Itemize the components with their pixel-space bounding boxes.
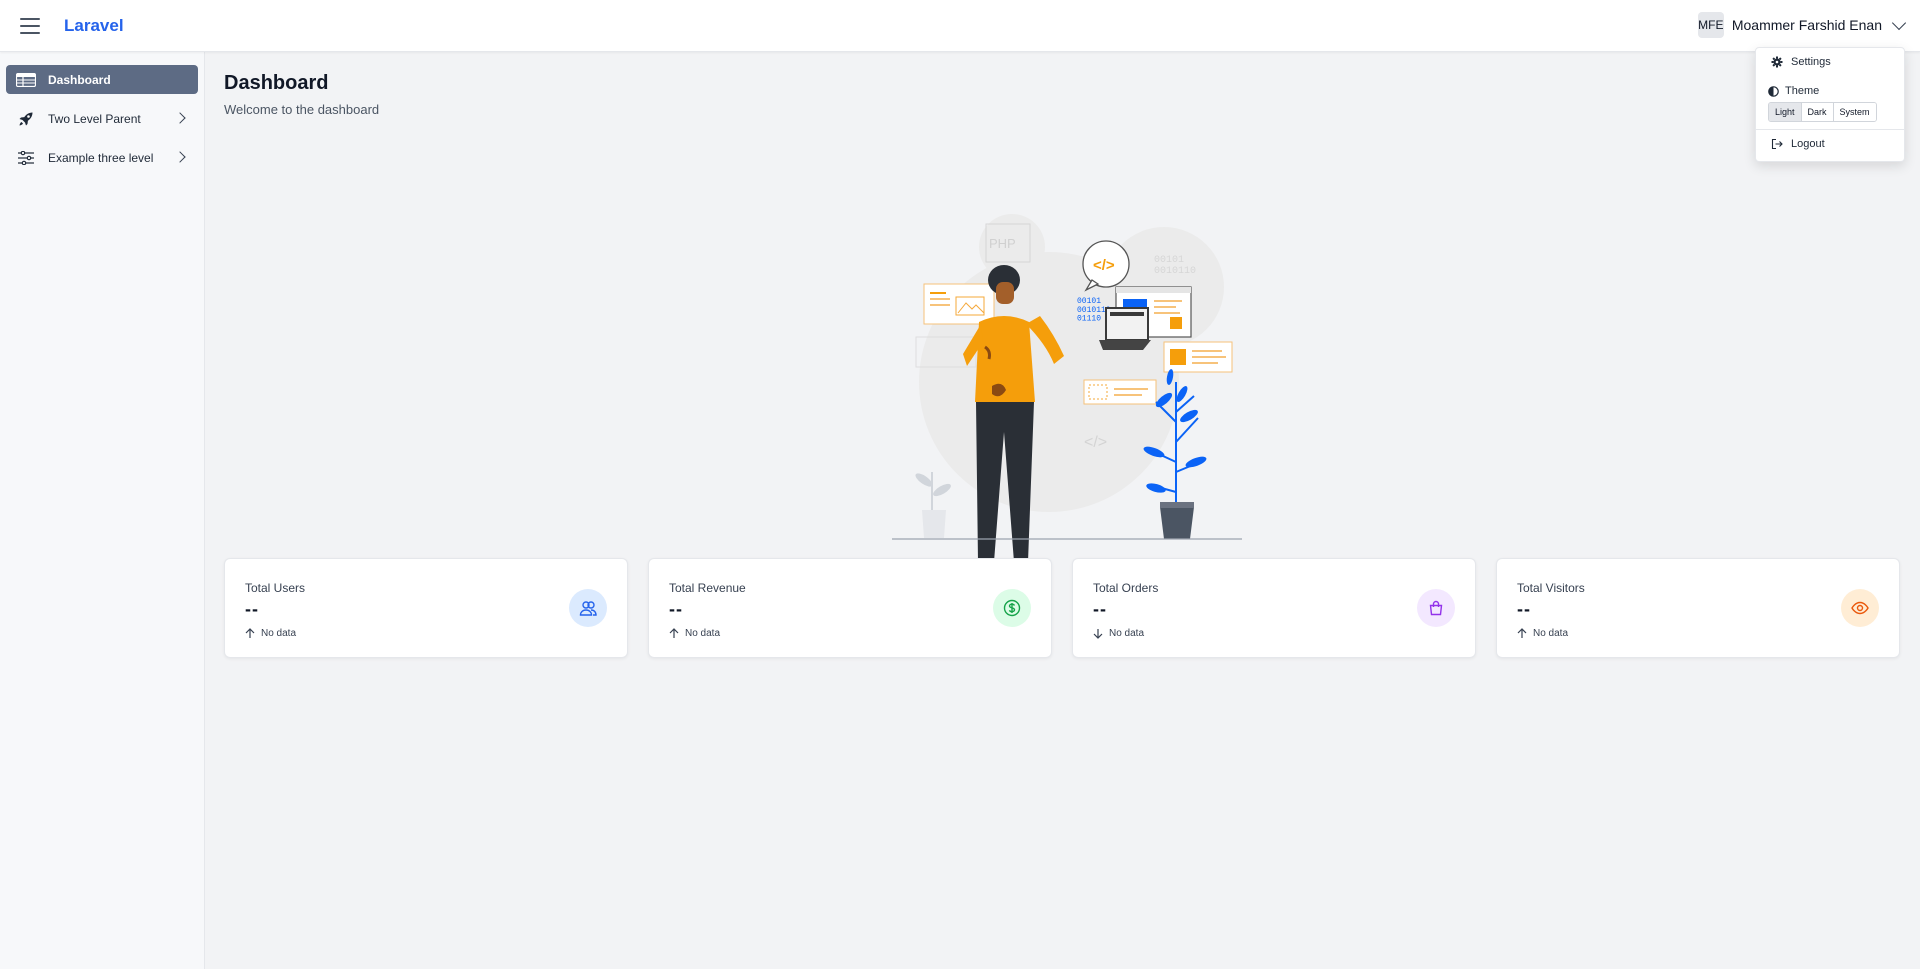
theme-label: Theme bbox=[1785, 85, 1820, 97]
trend-text: No data bbox=[261, 628, 297, 639]
page-title: Dashboard bbox=[224, 72, 329, 94]
top-navbar: Laravel MFE Moammer Farshid Enan bbox=[0, 0, 1920, 52]
arrow-up-icon bbox=[245, 628, 255, 638]
chevron-right-icon bbox=[174, 151, 186, 163]
svg-text:</>: </> bbox=[1093, 257, 1115, 274]
trend-text: No data bbox=[1109, 628, 1145, 639]
stat-card-revenue: Total Revenue -- No data bbox=[648, 558, 1052, 658]
chevron-down-icon bbox=[1891, 15, 1907, 30]
shopping-bag-icon bbox=[1417, 589, 1455, 627]
avatar: MFE bbox=[1697, 12, 1724, 38]
users-icon bbox=[569, 589, 607, 627]
chevron-right-icon bbox=[174, 112, 186, 124]
settings-label: Settings bbox=[1791, 56, 1831, 68]
sidebar-item-two-level-parent[interactable]: Two Level Parent bbox=[6, 104, 198, 133]
sidebar-item-example-three-level[interactable]: Example three level bbox=[6, 143, 198, 172]
card-title: Total Users bbox=[245, 581, 306, 595]
trend-text: No data bbox=[1533, 628, 1569, 639]
developer-illustration: PHP 00101 0010110 </> </> 00101 0010110 … bbox=[884, 172, 1264, 572]
dollar-icon bbox=[993, 589, 1031, 627]
trend-text: No data bbox=[685, 628, 721, 639]
user-dropdown-menu: Settings Theme Light Dark System Logout bbox=[1755, 47, 1905, 162]
stat-card-visitors: Total Visitors -- No data bbox=[1496, 558, 1900, 658]
hamburger-menu-icon[interactable] bbox=[20, 17, 40, 34]
theme-switcher: Light Dark System bbox=[1768, 102, 1877, 122]
sidebar-item-label: Two Level Parent bbox=[48, 111, 141, 126]
page-subtitle: Welcome to the dashboard bbox=[224, 102, 380, 117]
card-trend: No data bbox=[245, 628, 296, 639]
card-title: Total Visitors bbox=[1517, 581, 1585, 595]
logout-menu-item[interactable]: Logout bbox=[1771, 138, 1825, 150]
dropdown-divider bbox=[1756, 129, 1904, 130]
stat-card-orders: Total Orders -- No data bbox=[1072, 558, 1476, 658]
svg-text:</>: </> bbox=[1084, 434, 1107, 451]
card-trend: No data bbox=[1093, 628, 1144, 639]
php-bg-text: PHP bbox=[989, 236, 1016, 251]
sidebar-item-label: Dashboard bbox=[48, 72, 111, 87]
gear-icon bbox=[1771, 56, 1783, 68]
logout-label: Logout bbox=[1791, 138, 1825, 150]
stats-cards: Total Users -- No data Total Revenue -- … bbox=[224, 558, 1902, 658]
card-title: Total Revenue bbox=[669, 581, 746, 595]
card-title: Total Orders bbox=[1093, 581, 1159, 595]
brand-logo[interactable]: Laravel bbox=[64, 16, 124, 36]
sidebar-item-label: Example three level bbox=[48, 150, 154, 165]
card-value: -- bbox=[245, 599, 259, 619]
user-name: Moammer Farshid Enan bbox=[1731, 17, 1882, 33]
theme-light-button[interactable]: Light bbox=[1769, 103, 1802, 121]
settings-menu-item[interactable]: Settings bbox=[1771, 56, 1831, 68]
card-value: -- bbox=[669, 599, 683, 619]
stat-card-users: Total Users -- No data bbox=[224, 558, 628, 658]
arrow-up-icon bbox=[1517, 628, 1527, 638]
logout-icon bbox=[1771, 138, 1783, 150]
card-trend: No data bbox=[669, 628, 720, 639]
card-trend: No data bbox=[1517, 628, 1568, 639]
eye-icon bbox=[1841, 589, 1879, 627]
theme-label-row: Theme bbox=[1768, 85, 1819, 97]
rocket-icon bbox=[16, 111, 36, 127]
theme-system-button[interactable]: System bbox=[1833, 103, 1876, 121]
card-value: -- bbox=[1517, 599, 1531, 619]
theme-dark-button[interactable]: Dark bbox=[1801, 103, 1834, 121]
half-circle-icon bbox=[1768, 85, 1779, 97]
sidebar: Dashboard Two Level Parent Example three… bbox=[0, 52, 205, 969]
arrow-up-icon bbox=[669, 628, 679, 638]
sliders-icon bbox=[16, 150, 36, 166]
arrow-down-icon bbox=[1093, 629, 1103, 639]
sidebar-item-dashboard[interactable]: Dashboard bbox=[6, 65, 198, 94]
card-value: -- bbox=[1093, 599, 1107, 619]
table-icon bbox=[16, 72, 36, 88]
user-menu-toggle[interactable]: MFE Moammer Farshid Enan bbox=[1697, 12, 1907, 38]
